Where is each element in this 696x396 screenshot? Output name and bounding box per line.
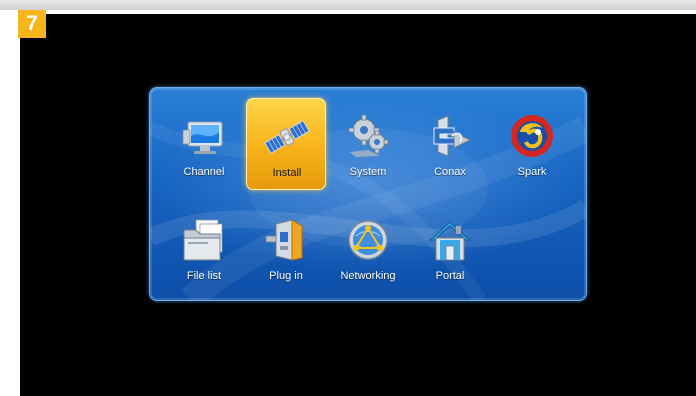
menu-item-spark[interactable]: Spark: [492, 98, 572, 190]
gears-icon: [348, 114, 389, 157]
satellite-icon: [264, 120, 310, 154]
menu-item-label: System: [349, 166, 387, 178]
menu-item-system[interactable]: System: [328, 98, 408, 190]
menu-item-label: File list: [186, 270, 222, 282]
menu-item-label: Plug in: [269, 270, 303, 282]
main-menu-panel: Channel Install System Conax Spark File …: [149, 87, 587, 301]
network-globe-icon: [348, 220, 388, 260]
plugin-icon: [265, 219, 303, 261]
menu-item-channel[interactable]: Channel: [164, 98, 244, 190]
menu-item-label: Spark: [517, 166, 547, 178]
menu-item-file-list[interactable]: File list: [164, 202, 244, 294]
menu-item-plug-in[interactable]: Plug in: [246, 202, 326, 294]
menu-item-label: Networking: [340, 270, 396, 282]
step-number-badge: 7: [18, 10, 46, 38]
menu-item-install[interactable]: Install: [246, 98, 326, 190]
spark-logo-icon: [511, 115, 553, 157]
folder-icon: [183, 219, 223, 261]
monitor-icon: [182, 121, 223, 154]
menu-item-networking[interactable]: Networking: [328, 202, 408, 294]
menu-item-portal[interactable]: Portal: [410, 202, 490, 294]
menu-item-label: Conax: [434, 166, 466, 178]
menu-item-conax[interactable]: Conax: [410, 98, 490, 190]
tv-screen: Channel Install System Conax Spark File …: [20, 14, 696, 396]
menu-item-label: Channel: [183, 166, 225, 178]
conax-icon: [433, 115, 472, 157]
house-icon: [428, 221, 472, 261]
menu-item-label: Portal: [435, 270, 465, 282]
menu-item-label: Install: [272, 167, 302, 179]
page-top-border: [0, 0, 696, 10]
